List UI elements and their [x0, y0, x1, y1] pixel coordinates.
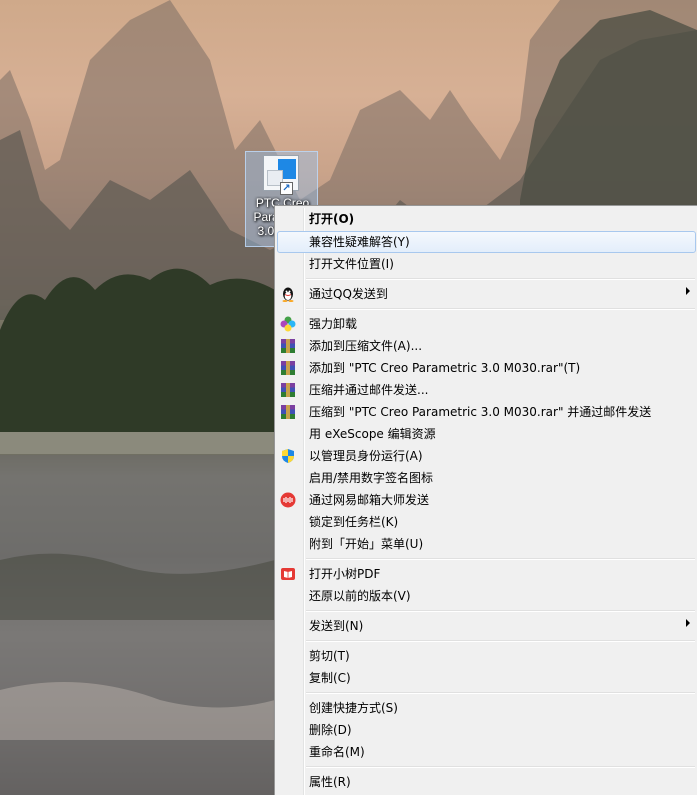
menu-item-add-to-archive[interactable]: 添加到压缩文件(A)... — [277, 335, 696, 357]
menu-item-label: 添加到压缩文件(A)... — [309, 339, 423, 353]
uac-shield-icon — [280, 448, 296, 464]
menu-item-send-via-qq[interactable]: 通过QQ发送到 — [277, 283, 696, 305]
menu-item-edit-with-exescope[interactable]: 用 eXeScope 编辑资源 — [277, 423, 696, 445]
winrar-icon — [280, 338, 296, 354]
menu-item-open-xiaoshu-pdf[interactable]: 打开小树PDF — [277, 563, 696, 585]
pdf-book-icon — [280, 566, 296, 582]
menu-separator — [306, 558, 695, 560]
menu-item-label: 还原以前的版本(V) — [309, 589, 411, 603]
uninstall-clover-icon — [280, 316, 296, 332]
winrar-icon — [280, 360, 296, 376]
menu-item-add-to-named-rar[interactable]: 添加到 "PTC Creo Parametric 3.0 M030.rar"(T… — [277, 357, 696, 379]
menu-item-copy[interactable]: 复制(C) — [277, 667, 696, 689]
menu-item-label: 压缩到 "PTC Creo Parametric 3.0 M030.rar" 并… — [309, 405, 652, 419]
submenu-arrow-icon — [686, 287, 690, 295]
menu-separator — [306, 610, 695, 612]
menu-item-label: 复制(C) — [309, 671, 351, 685]
menu-item-label: 强力卸载 — [309, 317, 358, 331]
winrar-icon — [280, 404, 296, 420]
menu-item-label: 打开文件位置(I) — [309, 257, 394, 271]
menu-item-label: 通过网易邮箱大师发送 — [309, 493, 430, 507]
menu-item-label: 锁定到任务栏(K) — [309, 515, 399, 529]
menu-separator — [306, 692, 695, 694]
context-menu: 打开(O) 兼容性疑难解答(Y) 打开文件位置(I) 通过QQ发送到 强力卸载 … — [274, 205, 697, 795]
menu-item-create-shortcut[interactable]: 创建快捷方式(S) — [277, 697, 696, 719]
menu-item-label: 启用/禁用数字签名图标 — [309, 471, 434, 485]
menu-item-label: 以管理员身份运行(A) — [309, 449, 423, 463]
menu-item-label: 兼容性疑难解答(Y) — [309, 235, 410, 249]
menu-item-compress-to-rar-and-email[interactable]: 压缩到 "PTC Creo Parametric 3.0 M030.rar" 并… — [277, 401, 696, 423]
menu-item-run-as-admin[interactable]: 以管理员身份运行(A) — [277, 445, 696, 467]
menu-item-label: 用 eXeScope 编辑资源 — [309, 427, 436, 441]
menu-separator — [306, 766, 695, 768]
menu-item-label: 打开(O) — [309, 212, 355, 226]
menu-item-label: 添加到 "PTC Creo Parametric 3.0 M030.rar"(T… — [309, 361, 581, 375]
menu-item-troubleshoot-compatibility[interactable]: 兼容性疑难解答(Y) — [277, 231, 696, 253]
menu-separator — [306, 308, 695, 310]
menu-separator — [306, 640, 695, 642]
menu-item-label: 发送到(N) — [309, 619, 364, 633]
menu-item-send-via-netease-mail[interactable]: 通过网易邮箱大师发送 — [277, 489, 696, 511]
winrar-icon — [280, 382, 296, 398]
shortcut-arrow-icon: ↗ — [280, 182, 293, 195]
menu-item-label: 删除(D) — [309, 723, 352, 737]
menu-item-send-to[interactable]: 发送到(N) — [277, 615, 696, 637]
qq-penguin-icon — [280, 286, 296, 302]
menu-item-label: 打开小树PDF — [309, 567, 381, 581]
menu-item-cut[interactable]: 剪切(T) — [277, 645, 696, 667]
menu-item-compress-and-email[interactable]: 压缩并通过邮件发送... — [277, 379, 696, 401]
ptc-creo-app-icon: ↗ — [263, 155, 299, 195]
menu-item-restore-previous-versions[interactable]: 还原以前的版本(V) — [277, 585, 696, 607]
menu-item-delete[interactable]: 删除(D) — [277, 719, 696, 741]
menu-item-label: 附到「开始」菜单(U) — [309, 537, 424, 551]
menu-item-label: 压缩并通过邮件发送... — [309, 383, 429, 397]
menu-separator — [306, 278, 695, 280]
menu-item-properties[interactable]: 属性(R) — [277, 771, 696, 793]
menu-item-label: 创建快捷方式(S) — [309, 701, 398, 715]
netease-mail-icon — [280, 492, 296, 508]
menu-item-label: 通过QQ发送到 — [309, 287, 388, 301]
menu-item-open[interactable]: 打开(O) — [277, 208, 696, 230]
menu-item-force-uninstall[interactable]: 强力卸载 — [277, 313, 696, 335]
submenu-arrow-icon — [686, 619, 690, 627]
menu-item-rename[interactable]: 重命名(M) — [277, 741, 696, 763]
menu-item-label: 剪切(T) — [309, 649, 350, 663]
menu-item-toggle-signature-icon[interactable]: 启用/禁用数字签名图标 — [277, 467, 696, 489]
menu-item-pin-to-taskbar[interactable]: 锁定到任务栏(K) — [277, 511, 696, 533]
menu-item-open-file-location[interactable]: 打开文件位置(I) — [277, 253, 696, 275]
menu-item-pin-to-start-menu[interactable]: 附到「开始」菜单(U) — [277, 533, 696, 555]
menu-item-label: 属性(R) — [309, 775, 351, 789]
menu-item-label: 重命名(M) — [309, 745, 365, 759]
